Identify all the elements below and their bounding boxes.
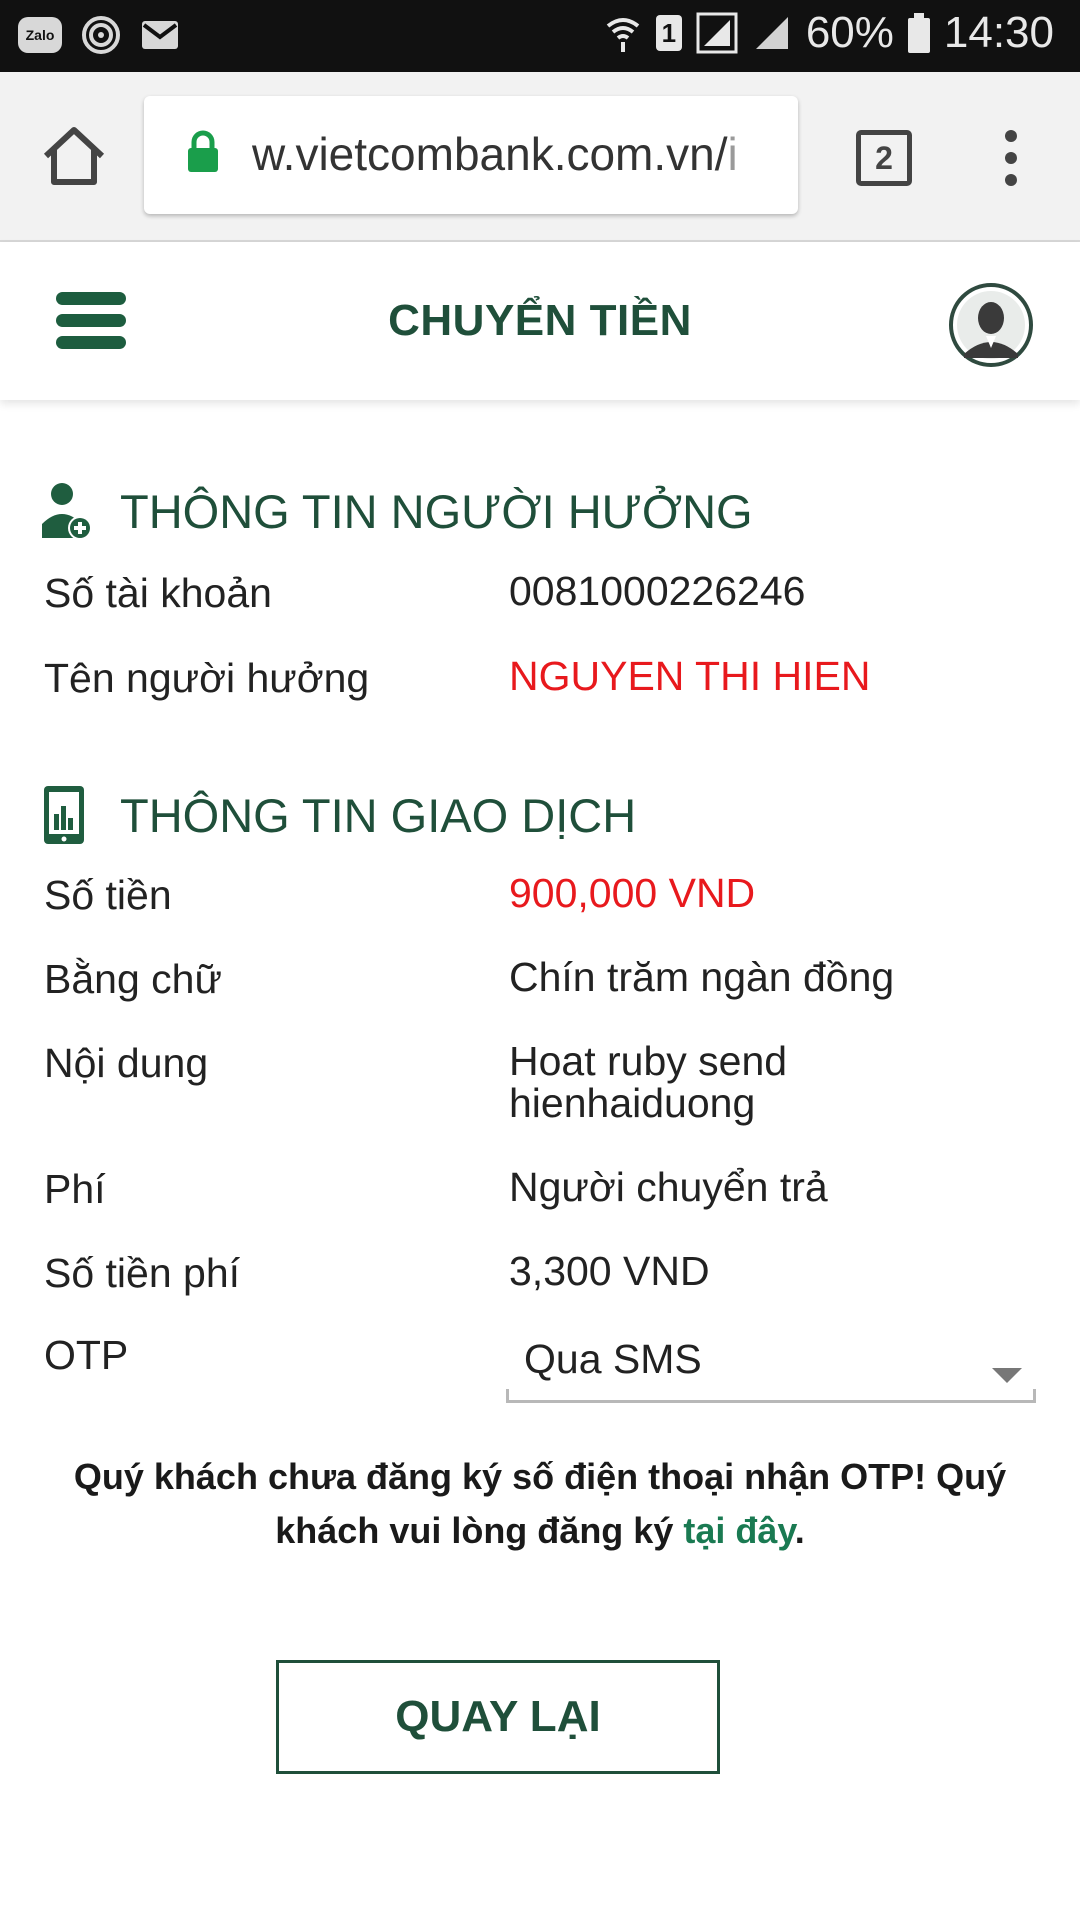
beneficiary-section-title: THÔNG TIN NGƯỜI HƯỞNG	[120, 484, 753, 538]
mail-icon	[142, 21, 178, 49]
mobile-chart-icon	[44, 786, 84, 844]
transaction-section-header: THÔNG TIN GIAO DỊCH	[40, 784, 636, 846]
content-label: Nội dung	[44, 1040, 209, 1086]
battery-percent: 60%	[805, 8, 894, 57]
app-header: CHUYỂN TIỀN	[0, 242, 1080, 400]
account-number-value: 0081000226246	[509, 568, 806, 614]
back-button[interactable]: QUAY LẠI	[276, 1660, 720, 1774]
url-main: w.vietcombank.com.vn/	[252, 128, 728, 180]
otp-method-selected: Qua SMS	[524, 1336, 702, 1382]
status-time: 14:30	[943, 8, 1054, 57]
wifi-calling-icon	[606, 18, 640, 52]
zalo-icon: Zalo	[18, 17, 62, 53]
amount-in-words-value: Chín trăm ngàn đồng	[509, 954, 895, 1000]
spiral-notification-icon	[82, 16, 120, 54]
amount-in-words-label: Bằng chữ	[44, 956, 222, 1002]
beneficiary-section-header: THÔNG TIN NGƯỜI HƯỞNG	[40, 480, 753, 542]
otp-notice-end: .	[794, 1510, 805, 1551]
status-right-icons: 1 60% 14:30	[604, 8, 1054, 58]
amount-value: 900,000 VND	[509, 870, 756, 916]
otp-notice-text: Quý khách chưa đăng ký số điện thoại nhậ…	[73, 1456, 1007, 1551]
status-left-icons: Zalo	[18, 14, 180, 56]
fee-value: Người chuyển trả	[509, 1164, 828, 1210]
beneficiary-name-label: Tên người hưởng	[44, 655, 370, 701]
browser-toolbar: w.vietcombank.com.vn/i 2	[0, 72, 1080, 242]
battery-icon	[907, 13, 930, 53]
fee-amount-label: Số tiền phí	[44, 1250, 241, 1296]
transaction-section-title: THÔNG TIN GIAO DỊCH	[120, 788, 637, 842]
sim-slot-icon: 1	[655, 15, 682, 51]
content-value-line2: hienhaiduong	[509, 1080, 756, 1126]
add-user-icon	[42, 483, 92, 540]
tab-switcher-button[interactable]: 2	[856, 130, 912, 186]
content-value-line1: Hoat ruby send	[509, 1038, 788, 1084]
fee-amount-value: 3,300 VND	[509, 1248, 710, 1294]
account-number-label: Số tài khoản	[44, 570, 272, 616]
more-vert-icon[interactable]	[996, 128, 1026, 188]
status-bar: Zalo 1 60% 14:30	[0, 0, 1080, 72]
content-value: Hoat ruby send hienhaiduong	[509, 1040, 1029, 1124]
url-fade: i	[727, 128, 738, 180]
dropdown-caret-icon	[992, 1368, 1022, 1383]
signal-sim2-icon	[755, 17, 788, 49]
register-here-link[interactable]: tại đây	[683, 1510, 794, 1551]
beneficiary-name-value: NGUYEN THI HIEN	[509, 653, 871, 699]
home-icon[interactable]	[40, 122, 108, 190]
otp-notice: Quý khách chưa đăng ký số điện thoại nhậ…	[40, 1450, 1040, 1558]
lock-icon	[188, 130, 218, 172]
address-bar[interactable]: w.vietcombank.com.vn/i	[144, 96, 798, 214]
amount-label: Số tiền	[44, 872, 172, 918]
page-title: CHUYỂN TIỀN	[388, 296, 692, 345]
otp-method-select[interactable]: Qua SMS	[506, 1336, 1036, 1403]
otp-label: OTP	[44, 1332, 129, 1378]
signal-sim1-icon	[696, 12, 738, 54]
user-avatar-icon[interactable]	[948, 282, 1034, 368]
fee-label: Phí	[44, 1166, 106, 1212]
url-text[interactable]: w.vietcombank.com.vn/i	[252, 124, 792, 184]
